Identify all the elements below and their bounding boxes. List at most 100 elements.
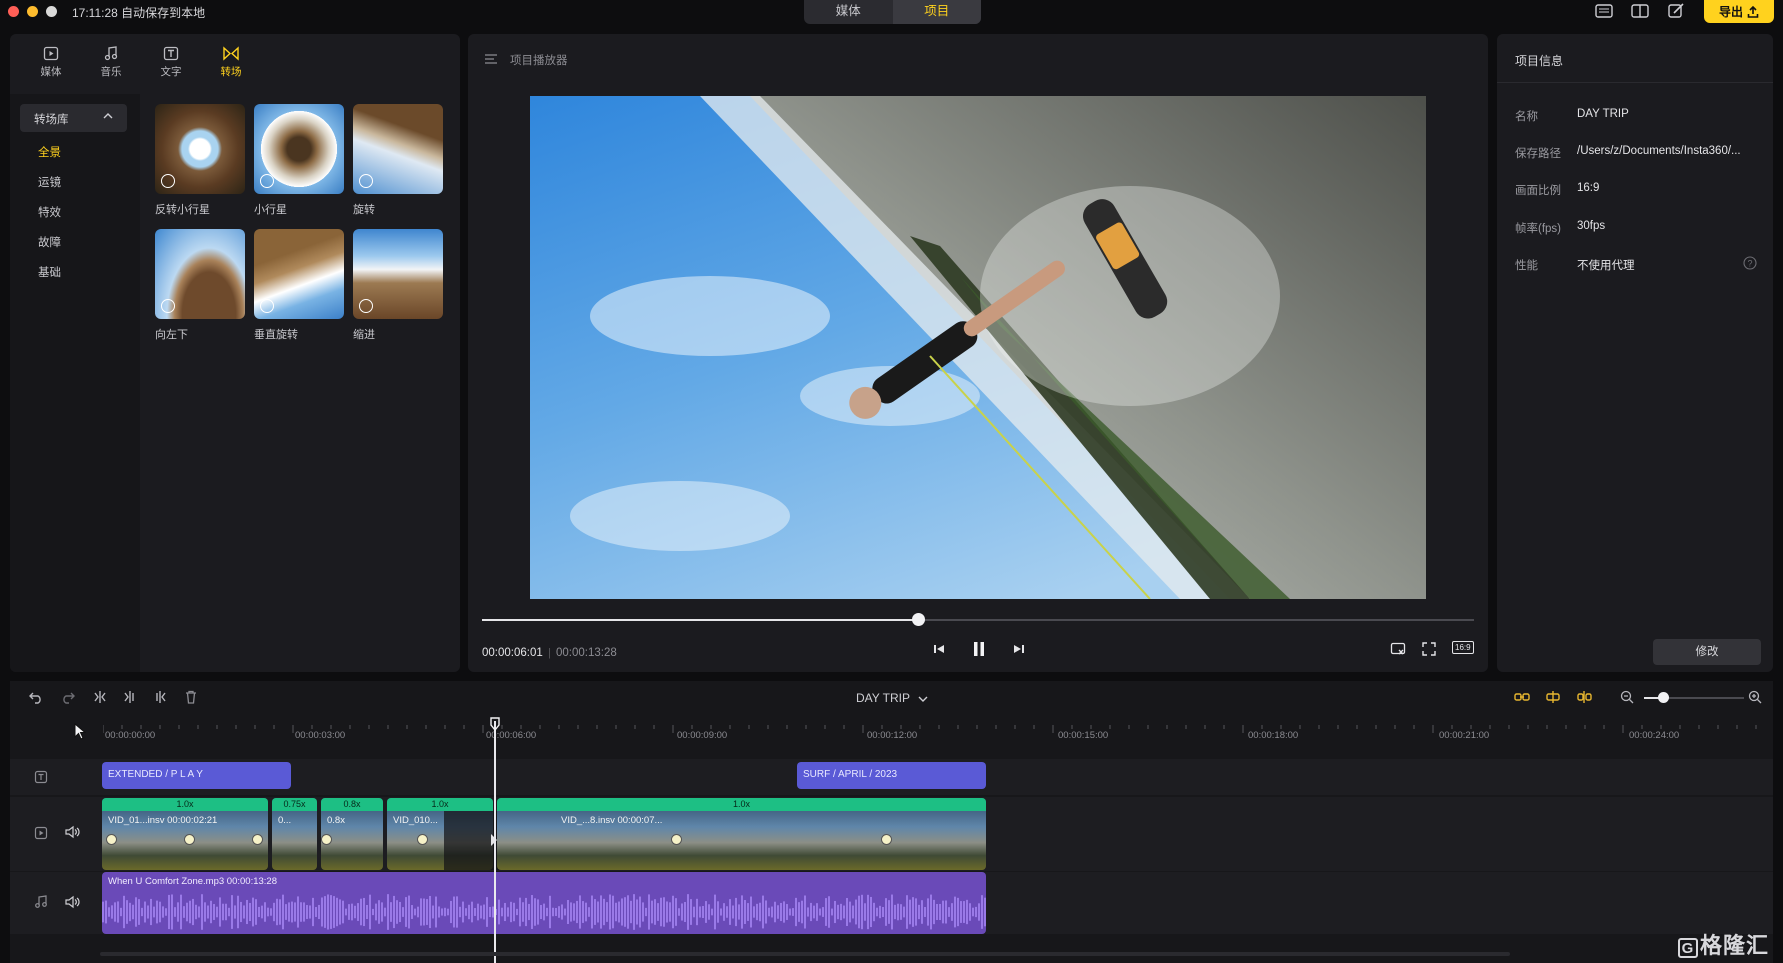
tool-tab-music[interactable]: 音乐 (84, 46, 138, 84)
modify-button[interactable]: 修改 (1653, 639, 1761, 665)
tab-project[interactable]: 项目 (892, 0, 981, 24)
tool-tab-media[interactable]: 媒体 (24, 46, 78, 84)
chevron-down-icon[interactable] (918, 695, 928, 703)
tab-media[interactable]: 媒体 (804, 0, 893, 24)
waveform-bar (435, 896, 437, 928)
timeline-panel: DAY TRIP 00:00:00:00 00:00:03:00 00:00:0… (10, 681, 1773, 963)
waveform-bar (414, 908, 416, 916)
tool-tab-text[interactable]: 文字 (144, 46, 198, 84)
next-frame-button[interactable] (1012, 642, 1026, 656)
video-clip[interactable]: 1.0x VID_...8.insv 00:00:07... (497, 798, 986, 870)
zoom-slider-handle[interactable] (1658, 692, 1669, 703)
category-glitch[interactable]: 故障 (38, 234, 61, 250)
waveform-bar (657, 903, 659, 921)
transition-thumb-down-left[interactable] (155, 229, 245, 319)
keyframe-marker[interactable] (252, 834, 263, 845)
video-clip[interactable]: 0.8x 0.8x (321, 798, 383, 870)
waveform-bar (588, 907, 590, 917)
video-preview[interactable] (530, 96, 1426, 599)
playhead[interactable] (494, 721, 496, 963)
waveform-bar (696, 898, 698, 926)
keyframe-marker[interactable] (184, 834, 195, 845)
help-icon[interactable]: ? (1743, 256, 1757, 270)
info-key-ratio: 画面比例 (1515, 185, 1561, 197)
playhead-handle[interactable] (489, 717, 501, 731)
snapshot-button[interactable] (1390, 642, 1406, 656)
clip-speed[interactable]: 1.0x (497, 798, 986, 811)
link-clip-icon[interactable] (1514, 690, 1530, 704)
undo-icon[interactable] (28, 690, 44, 704)
audio-clip[interactable]: When U Comfort Zone.mp3 00:00:13:28 (102, 872, 986, 934)
music-track-icon (34, 895, 48, 909)
waveform-bar (426, 899, 428, 925)
trim-right-icon[interactable] (152, 690, 168, 704)
transition-thumb-little-planet[interactable] (254, 104, 344, 194)
waveform-bar (522, 902, 524, 922)
edit-notes-icon[interactable] (1666, 2, 1686, 20)
waveform-bar (921, 900, 923, 924)
layout-icon[interactable] (1630, 2, 1650, 20)
split-icon[interactable] (92, 690, 108, 704)
title-clip-surf[interactable]: SURF / APRIL / 2023 (797, 762, 986, 789)
tool-tab-transition[interactable]: 转场 (204, 46, 258, 84)
clip-speed[interactable]: 1.0x (102, 798, 268, 811)
mouse-cursor-icon (74, 723, 86, 741)
menu-icon[interactable] (484, 54, 498, 64)
previous-frame-button[interactable] (932, 642, 946, 656)
audio-track-volume-icon[interactable] (64, 895, 80, 909)
timeline-scrollbar[interactable] (100, 952, 1510, 956)
library-header[interactable]: 转场库 (20, 104, 127, 132)
clip-speed[interactable]: 0.8x (321, 798, 383, 811)
waveform-bar (627, 895, 629, 929)
category-basic[interactable]: 基础 (38, 264, 61, 280)
timeline-project-name[interactable]: DAY TRIP (856, 691, 910, 705)
auto-align-icon[interactable] (1576, 690, 1592, 704)
waveform-bar (609, 894, 611, 930)
export-button[interactable]: 导出 (1704, 0, 1774, 23)
aspect-ratio-button[interactable]: 16:9 (1452, 641, 1474, 654)
waveform-bar (372, 908, 374, 916)
waveform-bar (762, 895, 764, 929)
category-panorama[interactable]: 全景 (38, 144, 61, 160)
title-clip-extended-play[interactable]: EXTENDED / P L A Y (102, 762, 291, 789)
clip-speed[interactable]: 0.75x (272, 798, 317, 811)
crop-screen-icon (1390, 642, 1406, 655)
video-clip[interactable]: 1.0x VID_01...insv 00:00:02:21 (102, 798, 268, 870)
zoom-in-icon[interactable] (1748, 690, 1762, 704)
transition-thumb-vertical-rotate[interactable] (254, 229, 344, 319)
redo-icon[interactable] (60, 690, 76, 704)
library-title: 转场库 (34, 114, 69, 126)
fullscreen-button[interactable] (1422, 642, 1436, 656)
pause-button[interactable] (971, 640, 987, 658)
keyframe-marker[interactable] (881, 834, 892, 845)
keyframe-marker[interactable] (106, 834, 117, 845)
waveform-bar (561, 904, 563, 920)
video-clip[interactable]: 0.75x 0... (272, 798, 317, 870)
minimize-window-button[interactable] (27, 6, 38, 17)
trim-left-icon[interactable] (122, 690, 138, 704)
category-camera-move[interactable]: 运镜 (38, 174, 61, 190)
magnet-snap-icon[interactable] (1545, 690, 1561, 704)
delete-icon[interactable] (184, 690, 198, 704)
video-track-volume-icon[interactable] (64, 825, 80, 839)
close-window-button[interactable] (8, 6, 19, 17)
clip-speed[interactable]: 1.0x (387, 798, 493, 811)
keyframe-marker[interactable] (321, 834, 332, 845)
transition-thumb-rotate[interactable] (353, 104, 443, 194)
transition-thumb-reverse-planet[interactable] (155, 104, 245, 194)
globe-icon (359, 174, 373, 188)
time-ruler[interactable] (103, 725, 1773, 745)
category-effects[interactable]: 特效 (38, 204, 61, 220)
transition-thumb-indent[interactable] (353, 229, 443, 319)
waveform-bar (723, 903, 725, 921)
keyframe-marker[interactable] (417, 834, 428, 845)
keyboard-icon[interactable] (1594, 2, 1614, 20)
keyframe-marker[interactable] (671, 834, 682, 845)
zoom-out-icon[interactable] (1620, 690, 1634, 704)
waveform-bar (702, 905, 704, 919)
clip-name: VID_...8.insv 00:00:07... (561, 815, 663, 826)
waveform-bar (714, 894, 716, 930)
waveform-bar (555, 907, 557, 917)
progress-handle[interactable] (912, 613, 926, 626)
zoom-window-button[interactable] (46, 6, 57, 17)
